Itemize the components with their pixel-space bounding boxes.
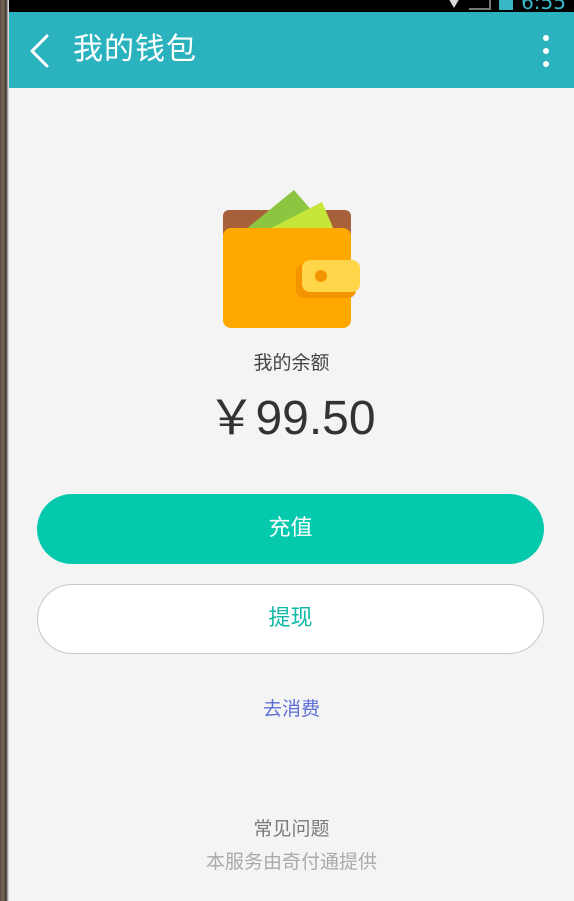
wallet-content: 我的余额 ￥99.50 充值 提现 去消费 常见问题 本服务由奇付通提供 <box>9 88 574 901</box>
wallet-icon <box>222 190 362 332</box>
recharge-button[interactable]: 充值 <box>37 494 544 564</box>
balance-amount: ￥99.50 <box>207 392 376 445</box>
battery-icon <box>499 0 514 10</box>
back-button[interactable] <box>27 34 55 68</box>
more-menu-button[interactable] <box>540 34 552 68</box>
balance-label: 我的余额 <box>253 352 330 374</box>
go-spend-link[interactable]: 去消费 <box>9 694 574 721</box>
chevron-left-icon <box>30 34 49 68</box>
withdraw-button[interactable]: 提现 <box>37 584 544 654</box>
signal-icon <box>447 0 462 8</box>
status-time: 6:55 <box>521 0 566 12</box>
more-vertical-icon <box>543 35 549 67</box>
network-icon <box>469 0 492 10</box>
status-bar: 6:55 <box>9 0 574 12</box>
provider-text: 本服务由奇付通提供 <box>205 851 377 873</box>
faq-link[interactable]: 常见问题 <box>9 814 574 841</box>
page-title: 我的钱包 <box>73 32 197 67</box>
app-bar: 我的钱包 <box>9 12 574 88</box>
